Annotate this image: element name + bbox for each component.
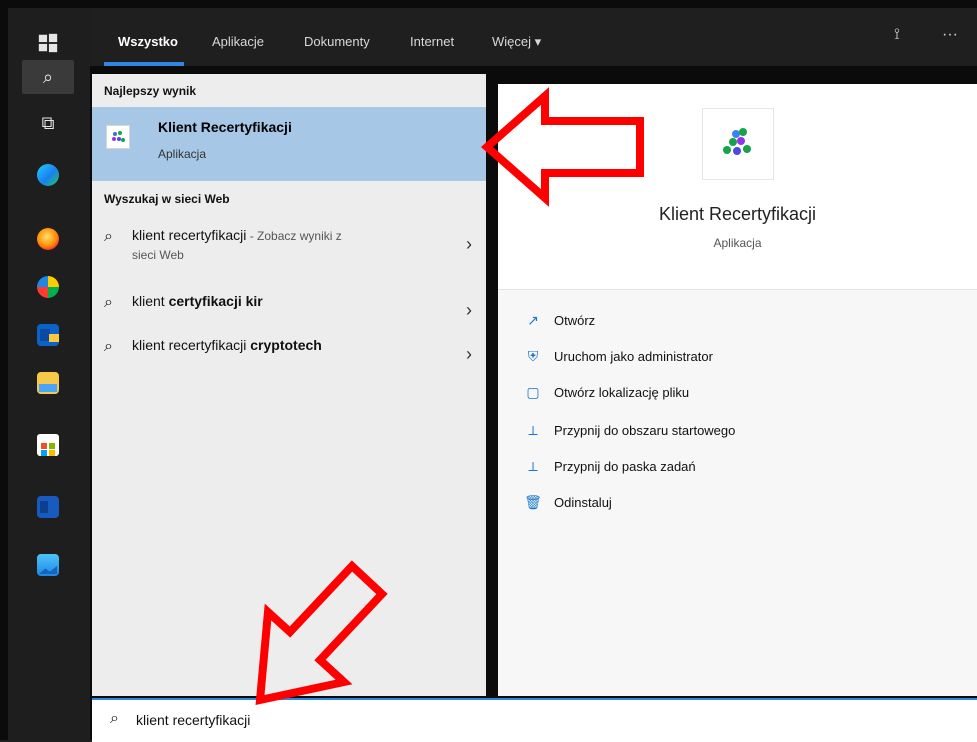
task-view-icon: ⧉ [41,112,55,133]
pin-icon: ⟂ [528,421,538,438]
action-label: Przypnij do paska zadań [554,458,696,474]
store-icon [37,434,59,456]
firefox-icon [37,228,59,250]
search-scope-tabs: Wszystko Aplikacje Dokumenty Internet Wi… [90,8,977,66]
action-run-as-admin[interactable]: ⛨ Uruchom jako administrator [524,344,944,368]
word-icon [37,496,59,518]
action-label: Uruchom jako administrator [554,348,713,364]
action-uninstall[interactable]: 🗑 Odinstaluj [524,490,944,514]
start-search-window: ⌕ ⧉ Wszystko Aplikacje Dokumenty Interne… [0,0,977,742]
chevron-right-icon[interactable]: › [466,234,472,255]
store-button[interactable] [22,428,74,462]
app-details-subtitle: Aplikacja [713,236,762,250]
web-result-bold: cryptotech [250,337,322,353]
app-icon-box [702,108,774,180]
file-explorer-button[interactable] [22,366,74,400]
best-match-result[interactable]: Klient Recertyfikacji Aplikacja [92,107,486,181]
search-icon: ⌕ [104,338,113,355]
photos-icon [37,554,59,576]
web-result-row[interactable]: ⌕ klient certyfikacji kir › [104,292,472,332]
best-match-heading: Najlepszy wynik [104,84,197,98]
action-label: Przypnij do obszaru startowego [554,422,736,438]
task-view-button[interactable]: ⧉ [22,106,74,140]
action-open-file-location[interactable]: ▢ Otwórz lokalizację pliku [524,380,944,404]
best-match-subtitle: Aplikacja [158,147,207,161]
tab-apps[interactable]: Aplikacje [212,34,264,49]
web-result-prefix: klient recertyfikacji [132,227,247,243]
action-pin-to-taskbar[interactable]: ⟂ Przypnij do paska zadań [524,454,944,478]
left-app-rail: ⌕ ⧉ [8,8,90,740]
app-details-panel: Klient Recertyfikacji Aplikacja ↗ Otwórz… [498,84,977,696]
edge-button[interactable] [22,158,74,192]
firefox-button[interactable] [22,222,74,256]
tab-documents[interactable]: Dokumenty [304,34,370,49]
file-location-icon: ▢ [526,383,540,400]
web-result-row[interactable]: ⌕ klient recertyfikacji cryptotech › [104,336,472,376]
web-result-row[interactable]: ⌕ klient recertyfikacji - Zobacz wyniki … [104,226,472,266]
search-icon: ⌕ [104,294,113,311]
tab-all[interactable]: Wszystko [118,34,178,49]
app-small-icon [106,125,130,149]
web-result-line2: sieci Web [132,248,184,262]
outlook-icon [37,324,59,346]
web-result-text: klient certyfikacji kir [132,292,263,310]
search-icon: ⌕ [104,228,113,245]
word-button[interactable] [22,490,74,524]
details-divider [498,289,977,290]
pin-icon: ⟂ [528,457,538,474]
edge-icon [37,164,59,186]
chevron-right-icon[interactable]: › [466,344,472,365]
admin-shield-icon: ⛨ [527,347,539,364]
windows-logo-icon [38,33,58,53]
web-result-bold: certyfikacji kir [168,293,263,309]
outlook-button[interactable] [22,318,74,352]
trash-icon: 🗑 [524,493,542,510]
search-button[interactable]: ⌕ [22,60,74,94]
file-explorer-icon [37,372,59,394]
open-icon: ↗ [527,311,539,328]
feedback-icon[interactable]: ⟟ [894,26,900,44]
web-result-prefix: klient recertyfikacji [132,337,251,353]
action-open[interactable]: ↗ Otwórz [524,308,944,332]
search-query[interactable]: klient recertyfikacji [136,712,250,728]
tab-internet[interactable]: Internet [410,34,454,49]
web-result-text: klient recertyfikacji - Zobacz wyniki z … [132,226,342,264]
active-tab-indicator [104,62,184,66]
action-label: Odinstaluj [554,494,612,510]
app-logo-icon [112,131,125,142]
chevron-right-icon[interactable]: › [466,300,472,321]
action-pin-to-start[interactable]: ⟂ Przypnij do obszaru startowego [524,418,944,442]
action-label: Otwórz lokalizację pliku [554,384,690,400]
app-logo-icon [723,128,751,155]
app-summary-card: Klient Recertyfikacji Aplikacja [498,84,977,289]
search-results-panel: Najlepszy wynik Klient Recertyfikacji Ap… [92,74,486,696]
web-result-prefix: klient [132,293,169,309]
windows-logo-button[interactable] [22,26,74,60]
search-bar[interactable]: ⌕ klient recertyfikacji [92,698,977,742]
photos-button[interactable] [22,548,74,582]
app-icon [37,276,59,298]
web-result-suffix: - Zobacz wyniki z [246,229,342,243]
app-button[interactable] [22,270,74,304]
action-label: Otwórz [554,312,596,328]
search-icon: ⌕ [42,66,54,87]
more-options-button[interactable]: ··· [942,26,958,44]
best-match-title: Klient Recertyfikacji [158,119,292,135]
tab-more[interactable]: Więcej ▾ [492,34,541,50]
web-result-text: klient recertyfikacji cryptotech [132,336,322,354]
web-search-heading: Wyszukaj w sieci Web [104,192,230,206]
app-details-title: Klient Recertyfikacji [658,204,817,224]
search-icon: ⌕ [110,710,119,727]
